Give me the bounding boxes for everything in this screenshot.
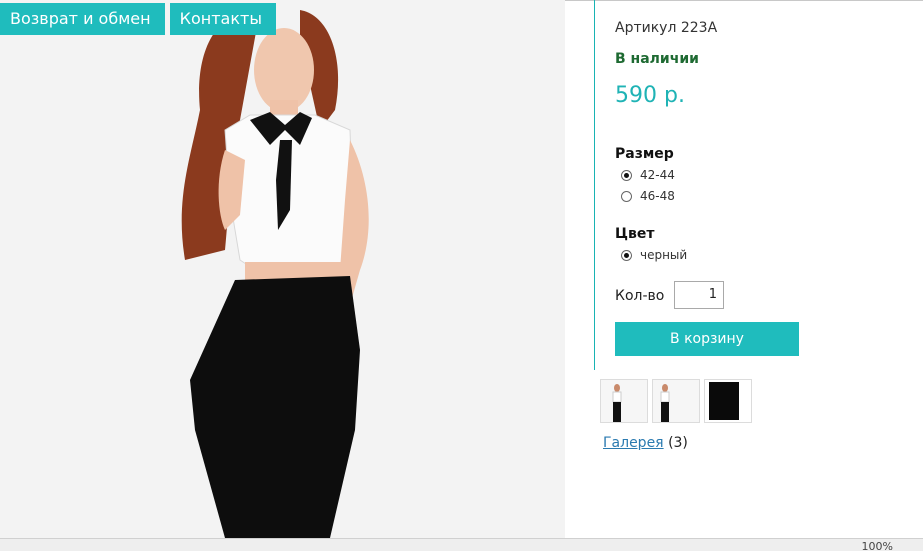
product-panel: Артикул 223А В наличии 590 р. Размер 42-… xyxy=(594,0,923,370)
zoom-level[interactable]: 100% xyxy=(862,540,893,553)
status-bar: 100% xyxy=(0,538,923,553)
gallery-link[interactable]: Галерея xyxy=(603,435,664,451)
model-illustration xyxy=(0,0,565,538)
size-option-label: 42-44 xyxy=(640,168,675,182)
color-option-black[interactable]: черный xyxy=(621,248,687,262)
thumbnail-2[interactable] xyxy=(652,379,700,423)
thumbnail-3[interactable] xyxy=(704,379,752,423)
size-radio-42-44[interactable] xyxy=(621,169,632,181)
thumbnail-strip xyxy=(600,379,756,423)
thumbnail-1[interactable] xyxy=(600,379,648,423)
gallery-count: (3) xyxy=(668,435,688,451)
size-label: Размер xyxy=(615,146,674,162)
size-option-42-44[interactable]: 42-44 xyxy=(621,168,675,182)
color-label: Цвет xyxy=(615,226,655,242)
color-option-label: черный xyxy=(640,248,688,262)
size-option-46-48[interactable]: 46-48 xyxy=(621,189,675,203)
product-price: 590 р. xyxy=(615,83,685,108)
contacts-link[interactable]: Контакты xyxy=(169,3,276,35)
quantity-input[interactable]: 1 xyxy=(674,281,724,309)
color-radio-black[interactable] xyxy=(621,249,632,261)
product-sku: Артикул 223А xyxy=(615,20,718,36)
top-nav: Возврат и обмен Контакты xyxy=(0,3,281,35)
product-photo[interactable] xyxy=(0,0,565,538)
thumbnail-image xyxy=(601,380,647,422)
add-to-cart-button[interactable]: В корзину xyxy=(615,322,799,356)
returns-link[interactable]: Возврат и обмен xyxy=(0,3,165,35)
size-radio-46-48[interactable] xyxy=(621,190,632,202)
availability-status: В наличии xyxy=(615,51,699,67)
thumbnail-image xyxy=(653,380,699,422)
quantity-label: Кол-во xyxy=(615,288,665,304)
thumbnail-image xyxy=(709,382,739,420)
size-option-label: 46-48 xyxy=(640,189,675,203)
gallery-row: Галерея (3) xyxy=(603,435,688,451)
